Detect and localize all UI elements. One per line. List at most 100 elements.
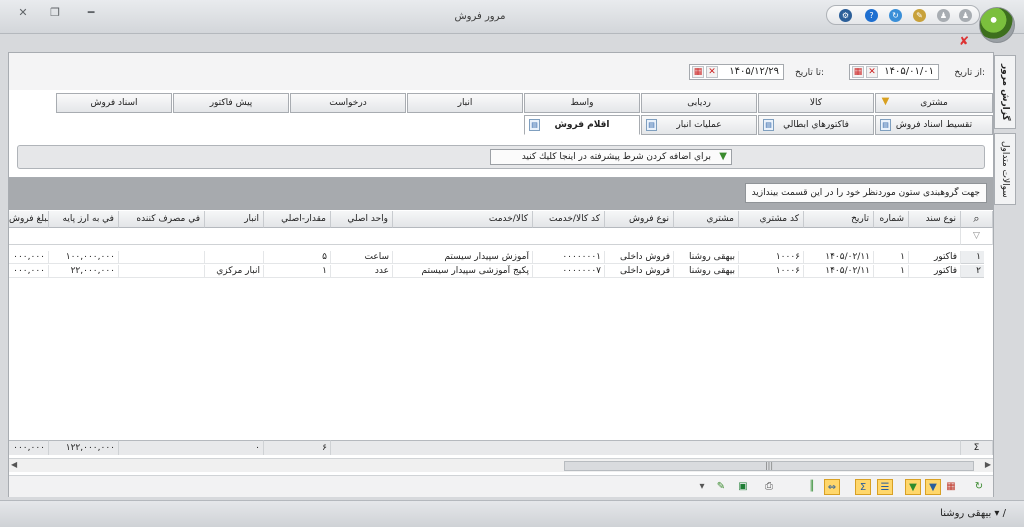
window-title: مرور فروش [454, 11, 506, 22]
table-cell[interactable]: ۱ [264, 265, 331, 278]
table-cell[interactable]: ۱۰۰۰۶ [739, 265, 804, 278]
help-icon[interactable]: ? [865, 9, 878, 22]
column-header[interactable]: نوع فروش [605, 211, 674, 228]
calendar-icon[interactable]: ▦ [692, 66, 704, 78]
tab-product[interactable]: کالا [758, 93, 874, 113]
calendar-icon[interactable]: ▦ [852, 66, 864, 78]
table-cell[interactable] [205, 251, 264, 264]
group-by-panel[interactable]: جهت گروهبندی ستون موردنظر خود را در این … [9, 178, 993, 210]
note-icon[interactable]: ✎ [913, 9, 926, 22]
table-cell[interactable]: ۰۰۰۰۰۰۰۷ [533, 265, 605, 278]
from-date-value: ۱۴۰۵/۰۱/۰۱ [884, 66, 934, 77]
refresh-icon[interactable]: ↻ [889, 9, 902, 22]
column-header[interactable]: کالا/خدمت [393, 211, 533, 228]
tab-cancelled-invoices[interactable]: فاکتورهاي ابطالي ▤ [758, 115, 874, 135]
row-index[interactable]: ۱ [961, 251, 984, 264]
pin-icon[interactable]: ✘ [957, 34, 971, 48]
column-header[interactable]: مبلغ فروش [9, 211, 49, 228]
column-header[interactable]: مقدار-اصلي [264, 211, 331, 228]
refresh-icon[interactable]: ↻ [971, 479, 987, 495]
sum-icon[interactable]: Σ [855, 479, 871, 495]
tab-sales-items[interactable]: اقلام فروش ▤ [524, 115, 640, 135]
clear-icon[interactable]: ✕ [866, 66, 878, 78]
table-cell[interactable]: ۰۰۰۰۰۰۰۱ [533, 251, 605, 264]
table-cell[interactable]: بیهقی روشنا [674, 251, 739, 264]
table-cell[interactable]: ۱۴۰۵/۰۲/۱۱ [804, 251, 874, 264]
filter-row-icon[interactable]: ▽ [961, 228, 993, 245]
tab-warehouse[interactable]: انبار [407, 93, 523, 113]
table-cell[interactable]: ۱ [874, 251, 909, 264]
column-chooser-icon[interactable]: ║ [804, 479, 820, 495]
app-logo[interactable] [979, 7, 1015, 43]
sigma-icon[interactable]: Σ [961, 440, 993, 455]
column-header[interactable]: نوع سند [909, 211, 961, 228]
tab-request[interactable]: درخواست [290, 93, 406, 113]
table-cell[interactable]: ۰۰۰,۰۰۰ [9, 265, 49, 278]
close-icon[interactable]: ✕ [16, 6, 30, 20]
table-cell[interactable]: عدد [331, 265, 393, 278]
table-cell[interactable]: ۵ [264, 251, 331, 264]
restore-icon[interactable]: ❐ [48, 6, 62, 20]
table-cell[interactable]: پکیج آموزشی سپیدار سیستم [393, 265, 533, 278]
column-header[interactable]: انبار [205, 211, 264, 228]
filter-row[interactable] [9, 228, 961, 245]
side-tab-faq[interactable]: سوالات متداول [994, 133, 1016, 205]
column-header[interactable]: واحد اصلي [331, 211, 393, 228]
table-cell[interactable]: ۰۰۰,۰۰۰ [9, 251, 49, 264]
group-icon[interactable]: ☰ [877, 479, 893, 495]
table-cell[interactable]: ۱۴۰۵/۰۲/۱۱ [804, 265, 874, 278]
user-icon[interactable]: ♟ [937, 9, 950, 22]
add-condition-button[interactable]: براي اضافه كردن شرط پيشرفته در اينجا كلي… [490, 149, 732, 165]
table-cell[interactable]: بیهقی روشنا [674, 265, 739, 278]
table-cell[interactable]: ساعت [331, 251, 393, 264]
column-header[interactable]: شماره [874, 211, 909, 228]
columns-icon[interactable]: ▦ [943, 479, 959, 495]
column-header[interactable]: مشتري [674, 211, 739, 228]
table-cell[interactable]: ۲۲,۰۰۰,۰۰۰ [49, 265, 119, 278]
dropdown-icon[interactable]: ▾ [697, 479, 707, 495]
filter-icon[interactable]: ▼ [925, 479, 941, 495]
export-icon[interactable]: ✎ [713, 479, 729, 495]
table-cell[interactable]: فروش داخلی [605, 265, 674, 278]
tab-pre-invoice[interactable]: پیش فاکتور [173, 93, 289, 113]
minimize-icon[interactable]: ━ [84, 6, 98, 20]
current-user[interactable]: بیهقی روشنا ▾ / [940, 508, 1006, 519]
user-icon-2[interactable]: ♟ [959, 9, 972, 22]
table-cell[interactable]: ۱۰۰۰۶ [739, 251, 804, 264]
table-cell[interactable]: انبار مرکزي [205, 265, 264, 278]
table-cell[interactable]: فاکتور [909, 251, 961, 264]
clear-icon[interactable]: ✕ [706, 66, 718, 78]
tab-sales-docs[interactable]: اسناد فروش [56, 93, 172, 113]
row-index[interactable]: ۲ [961, 265, 984, 278]
scroll-right-icon[interactable]: ▶ [985, 460, 991, 469]
table-cell[interactable]: فاکتور [909, 265, 961, 278]
table-cell[interactable] [119, 251, 205, 264]
column-header[interactable]: کد مشتري [739, 211, 804, 228]
column-header[interactable]: في به ارز پایه [49, 211, 119, 228]
column-header[interactable]: تاریخ [804, 211, 874, 228]
tab-installments[interactable]: تقسیط اسناد فروش ▤ [875, 115, 993, 135]
horizontal-scrollbar[interactable]: ◀ ||| ▶ [9, 458, 993, 472]
table-cell[interactable]: فروش داخلی [605, 251, 674, 264]
to-date-field[interactable]: ۱۴۰۵/۱۲/۲۹ ▦ ✕ [689, 64, 784, 80]
excel-icon[interactable]: ▣ [735, 479, 751, 495]
scroll-thumb[interactable]: ||| [564, 461, 974, 471]
filter-green-icon[interactable]: ▼ [905, 479, 921, 495]
fit-columns-icon[interactable]: ⇔ [824, 479, 840, 495]
table-cell[interactable]: ۱ [874, 265, 909, 278]
search-icon[interactable]: ⌕ [961, 211, 993, 228]
settings-icon[interactable]: ⚙ [839, 9, 852, 22]
tab-customer[interactable]: مشتری ▼ [875, 93, 993, 113]
tab-warehouse-ops[interactable]: عمليات انبار ▤ [641, 115, 757, 135]
scroll-left-icon[interactable]: ◀ [11, 460, 17, 469]
table-cell[interactable] [119, 265, 205, 278]
column-header[interactable]: کد کالا/خدمت [533, 211, 605, 228]
side-tab-report[interactable]: گزارش مرور [994, 55, 1016, 129]
table-cell[interactable]: آموزش سپیدار سیستم [393, 251, 533, 264]
tab-tracking[interactable]: ردیابی [641, 93, 757, 113]
from-date-field[interactable]: ۱۴۰۵/۰۱/۰۱ ▦ ✕ [849, 64, 939, 80]
tab-intermediary[interactable]: واسط [524, 93, 640, 113]
print-icon[interactable]: ⎙ [761, 479, 777, 495]
column-header[interactable]: في مصرف كننده [119, 211, 205, 228]
table-cell[interactable]: ۱۰۰,۰۰۰,۰۰۰ [49, 251, 119, 264]
